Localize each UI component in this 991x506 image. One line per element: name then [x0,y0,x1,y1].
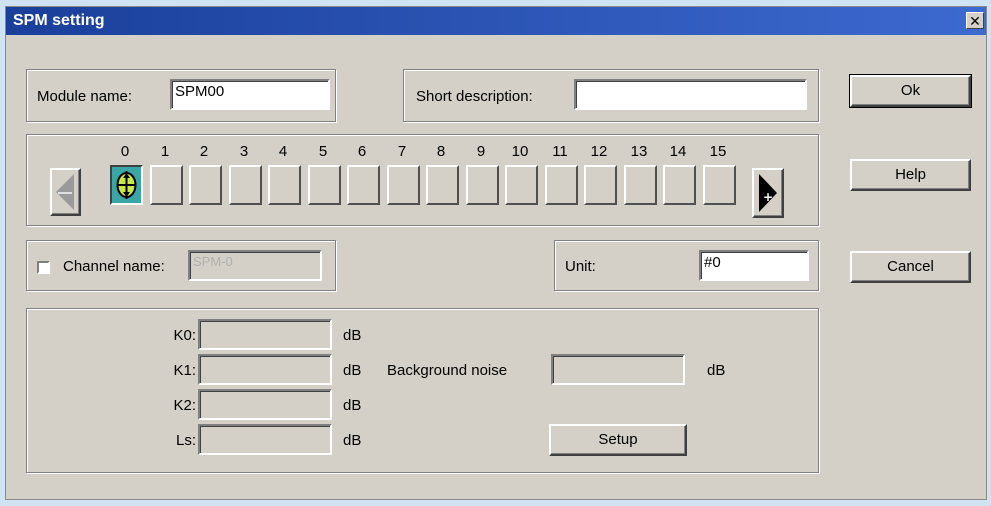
channel-button-14[interactable] [663,165,696,205]
arrow-left-icon [56,174,74,210]
sensor-icon [116,171,137,199]
channel-number-5: 5 [318,143,328,160]
calibration-label: Ls: [175,432,196,449]
calibration-group [26,308,819,473]
channel-name-input[interactable]: SPM-0 [188,250,322,281]
channel-selector-group [26,134,819,226]
calibration-label: K1: [173,362,196,379]
channel-number-9: 9 [476,143,486,160]
setup-button[interactable]: Setup [549,424,687,456]
short-description-input[interactable] [574,79,807,110]
short-description-label: Short description: [416,88,533,105]
calibration-input[interactable] [198,424,332,455]
channel-button-11[interactable] [545,165,578,205]
calibration-label: K0: [173,327,196,344]
calibration-input[interactable] [198,389,332,420]
channel-button-4[interactable] [268,165,301,205]
channel-number-0: 0 [120,143,130,160]
module-name-label: Module name: [37,88,133,105]
next-channel-button[interactable]: + [752,168,784,218]
channel-number-10: 10 [511,143,529,160]
channel-button-5[interactable] [308,165,341,205]
background-noise-input[interactable] [551,354,685,385]
channel-number-14: 14 [669,143,687,160]
channel-number-15: 15 [709,143,727,160]
channel-number-13: 13 [630,143,648,160]
calibration-unit: dB [343,432,362,449]
channel-button-3[interactable] [229,165,262,205]
background-noise-label: Background noise [387,362,508,379]
calibration-label: K2: [173,397,196,414]
channel-button-0[interactable] [110,165,143,205]
channel-number-6: 6 [357,143,367,160]
channel-name-checkbox[interactable] [37,261,50,274]
channel-button-2[interactable] [189,165,222,205]
module-name-input[interactable]: SPM00 [170,79,330,110]
calibration-unit: dB [343,327,362,344]
channel-number-11: 11 [552,143,568,160]
calibration-unit: dB [343,362,362,379]
arrow-right-icon: + [759,174,777,212]
channel-number-2: 2 [199,143,209,160]
channel-number-8: 8 [436,143,446,160]
channel-button-13[interactable] [624,165,657,205]
channel-number-12: 12 [590,143,608,160]
channel-number-3: 3 [239,143,249,160]
channel-number-1: 1 [160,143,170,160]
channel-button-8[interactable] [426,165,459,205]
channel-button-15[interactable] [703,165,736,205]
ok-button[interactable]: Ok [849,74,972,108]
channel-button-6[interactable] [347,165,380,205]
channel-button-10[interactable] [505,165,538,205]
prev-channel-button[interactable] [50,168,81,216]
background-noise-unit: dB [707,362,726,379]
svg-text:+: + [763,190,773,204]
calibration-input[interactable] [198,354,332,385]
channel-name-label: Channel name: [63,258,165,275]
calibration-input[interactable] [198,319,332,350]
channel-number-7: 7 [397,143,407,160]
unit-label: Unit: [565,258,596,275]
close-button[interactable]: ✕ [966,12,984,29]
channel-button-1[interactable] [150,165,183,205]
title-bar[interactable]: SPM setting ✕ [6,7,986,35]
channel-button-7[interactable] [387,165,420,205]
cancel-button[interactable]: Cancel [850,251,971,283]
help-button[interactable]: Help [850,159,971,191]
channel-button-12[interactable] [584,165,617,205]
channel-button-9[interactable] [466,165,499,205]
window-title: SPM setting [13,12,105,29]
calibration-unit: dB [343,397,362,414]
unit-input[interactable]: #0 [699,250,809,281]
close-icon: ✕ [969,13,981,29]
channel-number-4: 4 [278,143,288,160]
